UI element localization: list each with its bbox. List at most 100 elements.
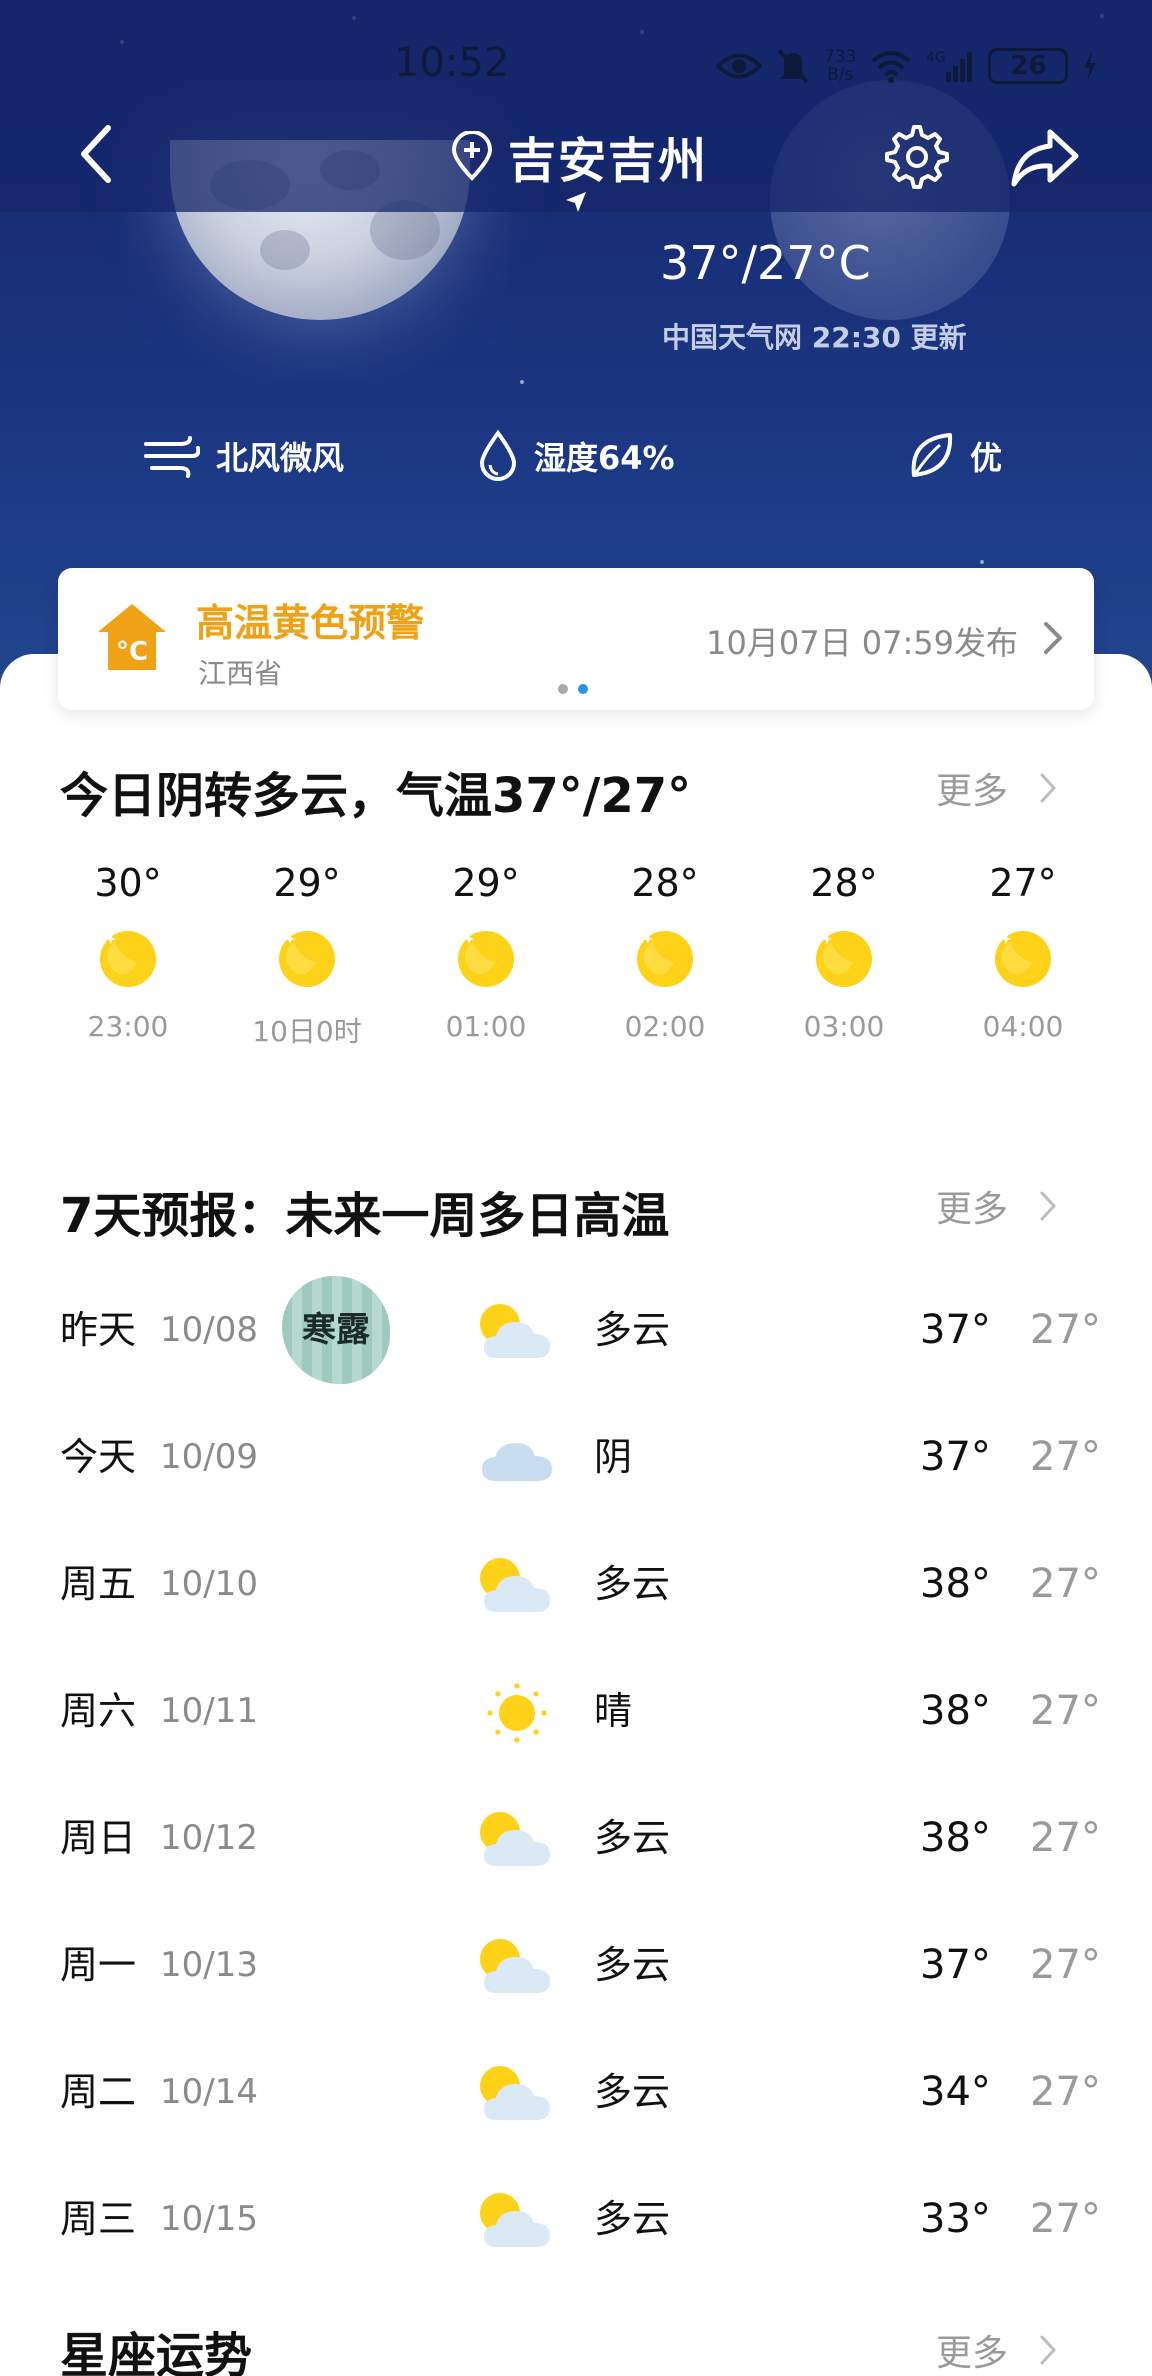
net-speed-unit: B/s (827, 65, 854, 85)
day-low-temp: 27° (1030, 1434, 1101, 1480)
hourly-temp: 30° (94, 861, 162, 905)
today-summary-title: 今日阴转多云，气温37°/27° (60, 768, 692, 824)
day-low-temp: 27° (1030, 1942, 1101, 1988)
star (980, 560, 984, 564)
settings-gear-icon[interactable] (884, 124, 950, 190)
status-time: 10:52 (394, 40, 510, 86)
location-add-icon (451, 131, 493, 181)
partly-cloudy-icon (474, 2062, 560, 2126)
day-condition: 多云 (594, 1308, 671, 1352)
hourly-temp: 28° (631, 861, 699, 905)
forecast-more-link[interactable]: 更多 (936, 1180, 1058, 1232)
day-condition: 阴 (594, 1435, 633, 1479)
day-high-temp: 33° (920, 2196, 991, 2242)
mute-bell-icon (777, 48, 809, 84)
day-date: 10/12 (160, 1818, 258, 1858)
hourly-item: 29° 10日0时 (217, 858, 397, 1050)
temperature-range: 37°/27°C (660, 236, 871, 290)
net-speed: 733 B/s (824, 48, 856, 84)
chevron-right-icon (1040, 773, 1056, 803)
back-arrow-icon[interactable] (70, 118, 130, 190)
star (520, 380, 524, 384)
day-name: 周三 (60, 2197, 137, 2241)
forecast-day-row[interactable]: 周六 10/11 晴 38° 27° (0, 1671, 1152, 1751)
status-icons: 733 B/s 4G 26 (716, 44, 1098, 88)
moon-icon (276, 928, 338, 990)
forecast-day-row[interactable]: 今天 10/09 阴 37° 27° (0, 1417, 1152, 1497)
wind-metric: 北风微风 (144, 428, 344, 484)
forecast-day-row[interactable]: 周三 10/15 多云 33° 27° (0, 2179, 1152, 2259)
day-high-temp: 38° (920, 1561, 991, 1607)
day-condition: 多云 (594, 2197, 671, 2241)
day-condition: 晴 (594, 1689, 633, 1733)
eye-icon (716, 53, 762, 79)
wifi-icon (872, 51, 911, 83)
day-date: 10/11 (160, 1691, 258, 1731)
battery-indicator: 26 (988, 48, 1069, 84)
day-high-temp: 38° (920, 1815, 991, 1861)
hourly-time: 10日0时 (252, 1015, 362, 1048)
day-date: 10/14 (160, 2072, 258, 2112)
hourly-time: 23:00 (87, 1010, 169, 1043)
day-date: 10/10 (160, 1564, 258, 1604)
day-name: 昨天 (60, 1308, 137, 1352)
moon-icon (455, 928, 517, 990)
day-condition: 多云 (594, 1562, 671, 1606)
partly-cloudy-icon (474, 1554, 560, 1618)
share-icon[interactable] (1010, 124, 1080, 190)
wind-label: 北风微风 (216, 439, 345, 477)
current-location-arrow-icon (566, 192, 586, 212)
day-condition: 多云 (594, 2070, 671, 2114)
pager-dots (558, 684, 588, 694)
day-low-temp: 27° (1030, 1561, 1101, 1607)
warning-region: 江西省 (198, 657, 283, 690)
update-source-time: 中国天气网 22:30 更新 (662, 321, 967, 354)
day-condition: 多云 (594, 1943, 671, 1987)
day-low-temp: 27° (1030, 2196, 1101, 2242)
forecast-day-row[interactable]: 周二 10/14 多云 34° 27° (0, 2052, 1152, 2132)
sun-icon (474, 1681, 560, 1745)
warning-publish-time: 10月07日 07:59发布 (706, 624, 1018, 662)
hourly-item: 29° 01:00 (396, 858, 576, 1043)
forecast-day-row[interactable]: 周五 10/10 多云 38° 27° (0, 1544, 1152, 1624)
moon-icon (634, 928, 696, 990)
moon-icon (992, 928, 1054, 990)
moon-icon (97, 928, 159, 990)
hourly-time: 04:00 (982, 1010, 1064, 1043)
moon-icon (813, 928, 875, 990)
day-name: 周六 (60, 1689, 137, 1733)
air-quality-metric[interactable]: 优 (908, 428, 1002, 484)
chevron-right-icon (1044, 622, 1062, 654)
water-drop-icon (479, 429, 517, 481)
day-low-temp: 27° (1030, 1307, 1101, 1353)
day-high-temp: 34° (920, 2069, 991, 2115)
day-date: 10/09 (160, 1437, 258, 1477)
day-high-temp: 37° (920, 1434, 991, 1480)
day-date: 10/13 (160, 1945, 258, 1985)
hourly-time: 02:00 (624, 1010, 706, 1043)
net-speed-value: 733 (824, 47, 857, 67)
horoscope-more-link[interactable]: 更多 (936, 2324, 1058, 2376)
humidity-label: 湿度64% (534, 439, 675, 477)
charging-icon (1084, 51, 1097, 81)
forecast-title: 7天预报：未来一周多日高温 (60, 1188, 670, 1244)
warning-title: 高温黄色预警 (196, 601, 425, 645)
hourly-item: 30° 23:00 (38, 858, 218, 1043)
day-low-temp: 27° (1030, 2069, 1101, 2115)
location-name: 吉安吉州 (508, 133, 709, 189)
day-date: 10/15 (160, 2199, 258, 2239)
day-name: 今天 (60, 1435, 137, 1479)
forecast-day-row[interactable]: 周一 10/13 多云 37° 27° (0, 1925, 1152, 2005)
cellular-signal-icon: 4G (926, 50, 973, 82)
hourly-item: 28° 03:00 (754, 858, 934, 1043)
location-title[interactable]: 吉安吉州 (450, 126, 708, 189)
hourly-temp: 28° (810, 861, 878, 905)
partly-cloudy-icon (474, 2189, 560, 2253)
network-type: 4G (926, 50, 946, 66)
day-high-temp: 38° (920, 1688, 991, 1734)
forecast-day-row[interactable]: 昨天 10/08 多云 37° 27° (0, 1290, 1152, 1370)
today-more-link[interactable]: 更多 (936, 762, 1058, 814)
weather-warning-card[interactable]: °C 高温黄色预警 江西省 10月07日 07:59发布 (58, 568, 1094, 710)
hourly-temp: 29° (273, 861, 341, 905)
forecast-day-row[interactable]: 周日 10/12 多云 38° 27° (0, 1798, 1152, 1878)
